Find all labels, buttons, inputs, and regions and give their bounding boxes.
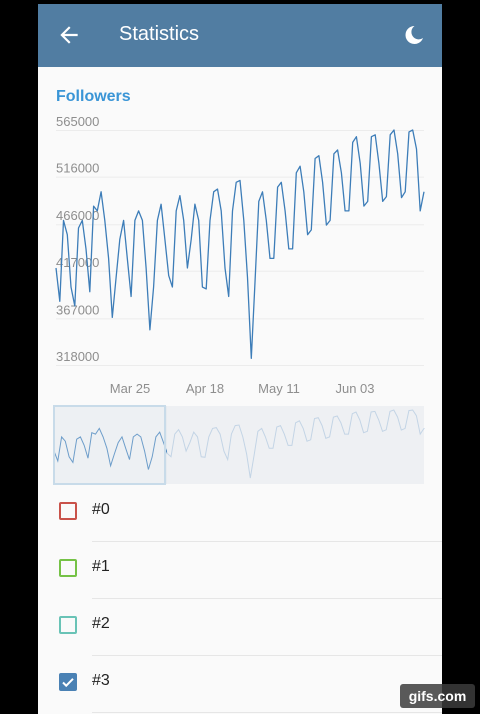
legend-row-2[interactable]: #2 [38, 599, 442, 656]
x-tick-label: Mar 25 [110, 381, 150, 396]
legend-label: #3 [92, 672, 110, 689]
legend-row-1[interactable]: #1 [38, 542, 442, 599]
checkbox-checked-icon[interactable] [59, 673, 77, 691]
followers-chart[interactable]: 565000516000466000417000367000318000 Mar… [38, 4, 442, 494]
checkbox-icon[interactable] [59, 616, 77, 634]
x-tick-label: May 11 [258, 381, 300, 396]
checkbox-icon[interactable] [59, 559, 77, 577]
phone-screen: Statistics Followers 565000 516000 466000 4… [38, 4, 442, 714]
series-line [55, 129, 425, 359]
grid-lines [56, 130, 424, 366]
x-tick-label: Jun 03 [335, 381, 374, 396]
checkbox-icon[interactable] [59, 502, 77, 520]
legend-label: #0 [92, 501, 110, 518]
divider [92, 712, 442, 713]
y-tick-label: 367000 [56, 302, 99, 317]
y-tick-label: 318000 [56, 349, 99, 364]
legend-row-0[interactable]: #0 [38, 485, 442, 542]
series-lines [55, 129, 425, 359]
x-axis-labels: Mar 25 Apr 18 May 11 Jun 03 [110, 381, 375, 396]
y-tick-label: 565000 [56, 114, 99, 129]
x-tick-label: Apr 18 [186, 381, 224, 396]
watermark: gifs.com [400, 684, 475, 708]
preview-dimmed-area [167, 406, 424, 484]
legend-row-3[interactable]: #3 [38, 656, 442, 713]
legend-label: #1 [92, 558, 110, 575]
range-preview[interactable] [53, 405, 425, 485]
preview-window[interactable] [53, 405, 166, 485]
y-tick-label: 516000 [56, 161, 99, 176]
legend-label: #2 [92, 615, 110, 632]
